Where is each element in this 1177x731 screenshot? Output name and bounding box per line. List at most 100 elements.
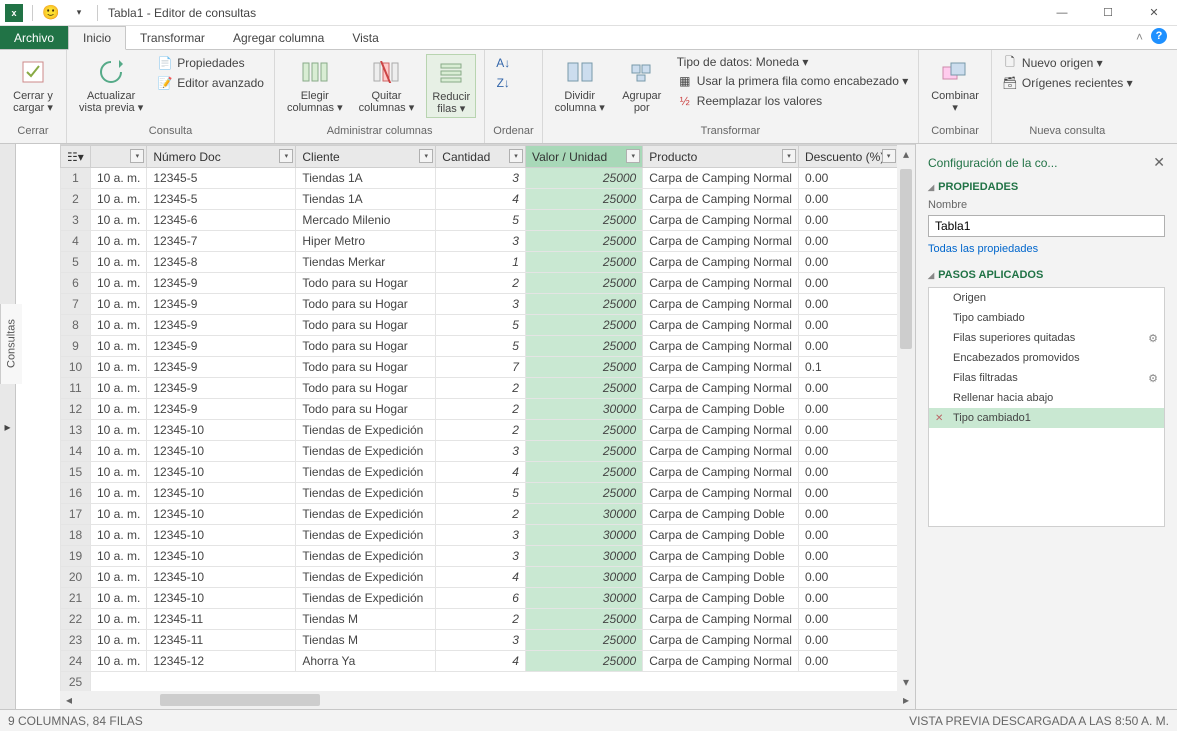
actualizar-vista-button[interactable]: Actualizarvista previa ▾: [75, 54, 147, 116]
table-row[interactable]: 18 10 a. m. 12345-10 Tiendas de Expedici…: [61, 525, 915, 546]
reemplazar-valores-button[interactable]: ½Reemplazar los valores: [675, 92, 910, 110]
applied-step[interactable]: Tipo cambiado: [929, 308, 1164, 328]
dividir-columna-button[interactable]: Dividircolumna ▾: [551, 54, 609, 116]
help-icon[interactable]: ?: [1151, 28, 1167, 44]
table-row[interactable]: 6 10 a. m. 12345-9 Todo para su Hogar 2 …: [61, 273, 915, 294]
applied-step[interactable]: Filas filtradas⚙: [929, 368, 1164, 388]
table-row[interactable]: 14 10 a. m. 12345-10 Tiendas de Expedici…: [61, 441, 915, 462]
table-row[interactable]: 4 10 a. m. 12345-7 Hiper Metro 3 25000 C…: [61, 231, 915, 252]
tab-archivo[interactable]: Archivo: [0, 26, 68, 49]
table-row[interactable]: 5 10 a. m. 12345-8 Tiendas Merkar 1 2500…: [61, 252, 915, 273]
table-row[interactable]: 24 10 a. m. 12345-12 Ahorra Ya 4 25000 C…: [61, 651, 915, 672]
nuevo-origen-button[interactable]: 🗋Nuevo origen ▾: [1000, 54, 1135, 72]
origenes-recientes-button[interactable]: 🗃Orígenes recientes ▾: [1000, 74, 1135, 92]
table-row[interactable]: 16 10 a. m. 12345-10 Tiendas de Expedici…: [61, 483, 915, 504]
scroll-right-icon[interactable]: ▸: [897, 691, 915, 709]
tab-agregar-columna[interactable]: Agregar columna: [219, 26, 338, 49]
quitar-columnas-button[interactable]: Quitarcolumnas ▾: [355, 54, 419, 116]
cell-cantidad: 3: [436, 441, 526, 462]
qat-dropdown[interactable]: ▾: [69, 3, 89, 23]
col-header[interactable]: Cliente▾: [296, 146, 436, 168]
table-row[interactable]: 17 10 a. m. 12345-10 Tiendas de Expedici…: [61, 504, 915, 525]
col-header[interactable]: ▾: [90, 146, 146, 168]
tab-vista[interactable]: Vista: [338, 26, 392, 49]
agrupar-por-button[interactable]: Agruparpor: [617, 54, 667, 116]
scroll-down-icon[interactable]: ▾: [897, 673, 915, 691]
filter-icon[interactable]: ▾: [130, 149, 144, 163]
col-header[interactable]: Número Doc▾: [147, 146, 296, 168]
tab-inicio[interactable]: Inicio: [68, 26, 126, 50]
applied-step[interactable]: Encabezados promovidos: [929, 348, 1164, 368]
table-row[interactable]: 23 10 a. m. 12345-11 Tiendas M 3 25000 C…: [61, 630, 915, 651]
table-row[interactable]: 20 10 a. m. 12345-10 Tiendas de Expedici…: [61, 567, 915, 588]
col-header[interactable]: Descuento (%)▾: [798, 146, 898, 168]
horizontal-scrollbar[interactable]: ◂ ▸: [60, 691, 915, 709]
filter-icon[interactable]: ▾: [882, 149, 896, 163]
editor-avanzado-button[interactable]: 📝Editor avanzado: [155, 74, 266, 92]
name-input[interactable]: [928, 215, 1165, 237]
expand-handle[interactable]: ▸: [0, 144, 16, 709]
table-row[interactable]: 13 10 a. m. 12345-10 Tiendas de Expedici…: [61, 420, 915, 441]
scroll-thumb[interactable]: [160, 694, 320, 706]
section-pasos[interactable]: PASOS APLICADOS: [928, 269, 1165, 281]
filter-icon[interactable]: ▾: [509, 149, 523, 163]
filter-icon[interactable]: ▾: [626, 149, 640, 163]
table-row[interactable]: 19 10 a. m. 12345-10 Tiendas de Expedici…: [61, 546, 915, 567]
table-row[interactable]: 1 10 a. m. 12345-5 Tiendas 1A 3 25000 Ca…: [61, 168, 915, 189]
elegir-columnas-button[interactable]: Elegircolumnas ▾: [283, 54, 347, 116]
cell-cantidad: 3: [436, 546, 526, 567]
sort-desc-button[interactable]: Z↓: [493, 74, 513, 92]
vertical-scrollbar[interactable]: ▴ ▾: [897, 145, 915, 691]
gear-icon[interactable]: ⚙: [1148, 332, 1158, 345]
tipo-datos-button[interactable]: Tipo de datos: Moneda ▾: [675, 54, 910, 70]
minimize-button[interactable]: ―: [1039, 0, 1085, 26]
col-header[interactable]: Cantidad▾: [436, 146, 526, 168]
panel-close-icon[interactable]: ✕: [1153, 154, 1165, 171]
table-row[interactable]: 21 10 a. m. 12345-10 Tiendas de Expedici…: [61, 588, 915, 609]
scroll-up-icon[interactable]: ▴: [897, 145, 915, 163]
table-row[interactable]: 9 10 a. m. 12345-9 Todo para su Hogar 5 …: [61, 336, 915, 357]
scroll-left-icon[interactable]: ◂: [60, 691, 78, 709]
table-row[interactable]: 3 10 a. m. 12345-6 Mercado Milenio 5 250…: [61, 210, 915, 231]
table-row[interactable]: 15 10 a. m. 12345-10 Tiendas de Expedici…: [61, 462, 915, 483]
sort-asc-button[interactable]: A↓: [493, 54, 513, 72]
cell-producto: Carpa de Camping Normal: [643, 231, 799, 252]
cerrar-cargar-button[interactable]: Cerrar ycargar ▾: [8, 54, 58, 116]
data-grid[interactable]: ☷▾▾Número Doc▾Cliente▾Cantidad▾Valor / U…: [60, 145, 915, 693]
reducir-filas-button[interactable]: Reducirfilas ▾: [426, 54, 476, 118]
applied-steps-list[interactable]: OrigenTipo cambiadoFilas superiores quit…: [928, 287, 1165, 527]
applied-step[interactable]: Origen: [929, 288, 1164, 308]
propiedades-button[interactable]: 📄Propiedades: [155, 54, 266, 72]
usar-primera-fila-button[interactable]: ▦Usar la primera fila como encabezado ▾: [675, 72, 910, 90]
all-properties-link[interactable]: Todas las propiedades: [928, 243, 1165, 255]
row-number: 11: [61, 378, 91, 399]
col-header[interactable]: Valor / Unidad▾: [525, 146, 642, 168]
applied-step[interactable]: Rellenar hacia abajo: [929, 388, 1164, 408]
section-propiedades[interactable]: PROPIEDADES: [928, 181, 1165, 193]
smiley-icon[interactable]: 🙂: [41, 3, 61, 23]
applied-step[interactable]: Tipo cambiado1: [929, 408, 1164, 428]
consultas-sidetab[interactable]: Consultas: [0, 304, 22, 384]
table-row[interactable]: 8 10 a. m. 12345-9 Todo para su Hogar 5 …: [61, 315, 915, 336]
table-row[interactable]: 7 10 a. m. 12345-9 Todo para su Hogar 3 …: [61, 294, 915, 315]
close-button[interactable]: ✕: [1131, 0, 1177, 26]
col-header[interactable]: Producto▾: [643, 146, 799, 168]
table-row[interactable]: 10 10 a. m. 12345-9 Todo para su Hogar 7…: [61, 357, 915, 378]
rownum-header[interactable]: ☷▾: [61, 146, 91, 168]
table-row[interactable]: 11 10 a. m. 12345-9 Todo para su Hogar 2…: [61, 378, 915, 399]
combinar-button[interactable]: Combinar▾: [927, 54, 983, 116]
scroll-thumb[interactable]: [900, 169, 912, 349]
gear-icon[interactable]: ⚙: [1148, 372, 1158, 385]
applied-step[interactable]: Filas superiores quitadas⚙: [929, 328, 1164, 348]
filter-icon[interactable]: ▾: [782, 149, 796, 163]
table-row[interactable]: 22 10 a. m. 12345-11 Tiendas M 2 25000 C…: [61, 609, 915, 630]
tab-transformar[interactable]: Transformar: [126, 26, 219, 49]
maximize-button[interactable]: ☐: [1085, 0, 1131, 26]
table-row[interactable]: 12 10 a. m. 12345-9 Todo para su Hogar 2…: [61, 399, 915, 420]
filter-icon[interactable]: ▾: [419, 149, 433, 163]
table-row[interactable]: 2 10 a. m. 12345-5 Tiendas 1A 4 25000 Ca…: [61, 189, 915, 210]
collapse-ribbon-icon[interactable]: ˄: [1136, 30, 1143, 44]
cell-producto: Carpa de Camping Normal: [643, 420, 799, 441]
cell-time: 10 a. m.: [90, 336, 146, 357]
filter-icon[interactable]: ▾: [279, 149, 293, 163]
